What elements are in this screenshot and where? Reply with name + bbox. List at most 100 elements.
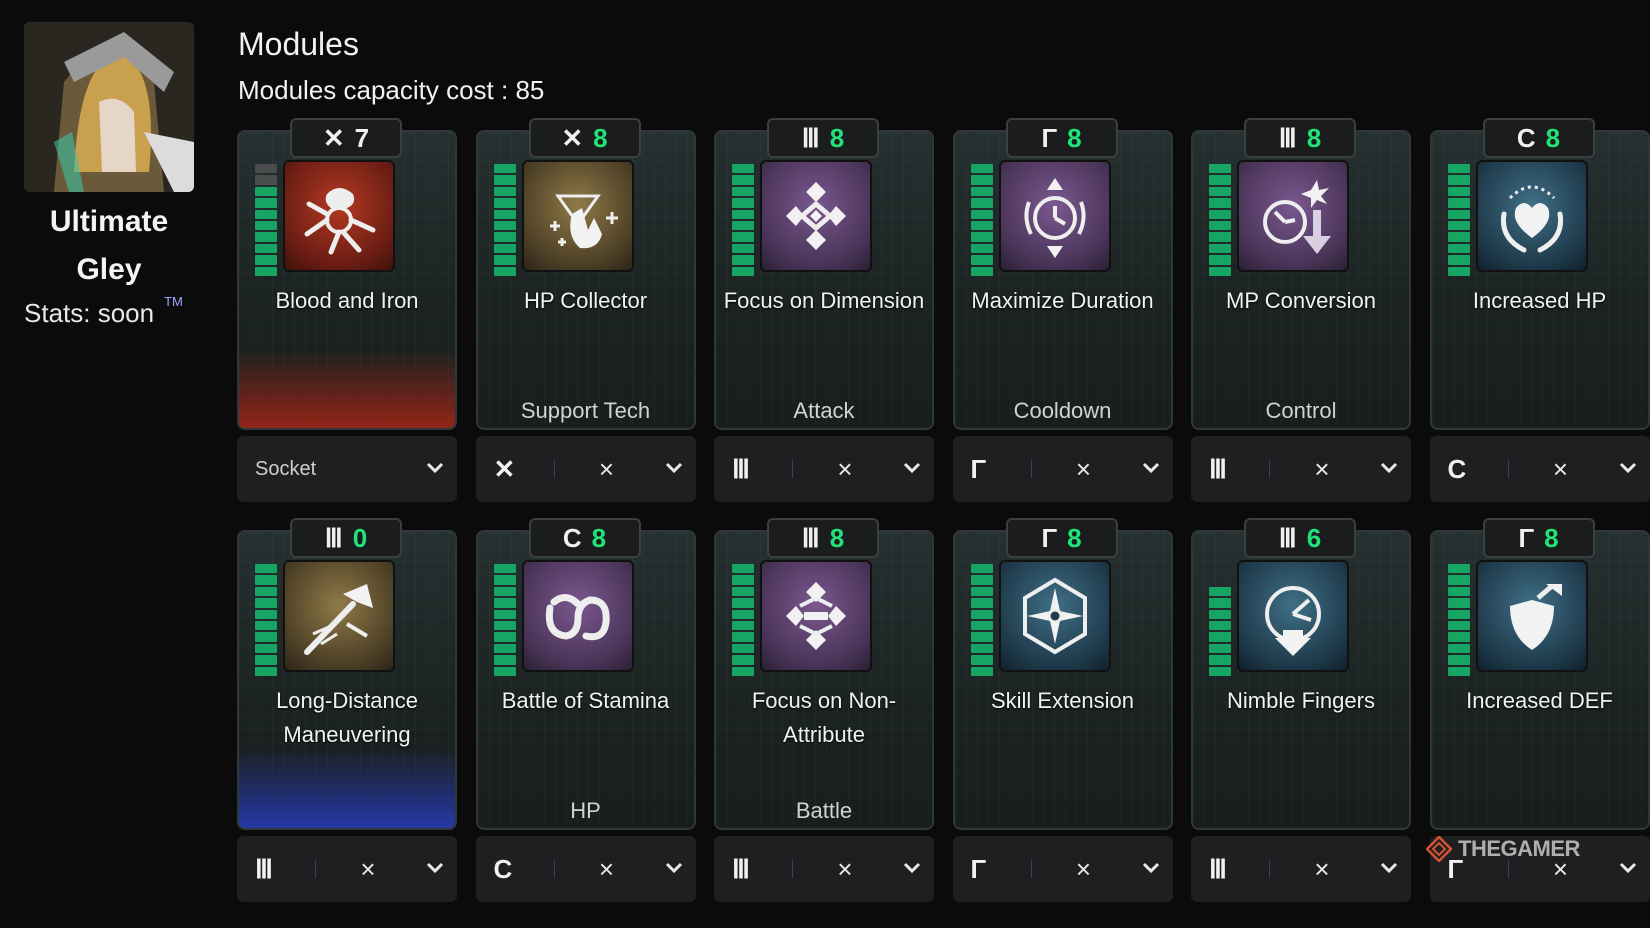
module-icon-frame <box>283 160 395 272</box>
level-segment <box>1209 609 1231 620</box>
socket-select[interactable]: Γ × <box>952 436 1173 502</box>
module-card[interactable]: C 8 Battle of Stamina HP C × <box>475 518 696 904</box>
module-card[interactable]: ✕ 8 HP Collector Support Tech ✕ × <box>475 118 696 504</box>
socket-malachite-icon: Ⅲ <box>732 853 750 884</box>
clear-icon[interactable]: × <box>815 854 875 885</box>
level-segment <box>255 621 277 631</box>
clear-icon[interactable]: × <box>1054 854 1114 885</box>
module-card[interactable]: Ⅲ 8 Focus on Non-Attribute Battle Ⅲ × <box>714 518 934 904</box>
divider <box>1507 860 1509 878</box>
socket-select[interactable]: C × <box>475 836 696 902</box>
socket-select[interactable]: Ⅲ × <box>714 836 934 902</box>
chevron-down-icon[interactable] <box>1379 459 1399 480</box>
capacity-badge: Γ8 <box>1482 518 1595 558</box>
module-card[interactable]: Ⅲ 0 Long-Distance Maneuvering Ⅲ × <box>237 518 457 904</box>
capacity-value: 0 <box>352 522 368 553</box>
level-segment <box>493 209 516 220</box>
module-card[interactable]: Γ 8 Skill Extension Γ × <box>952 518 1173 904</box>
level-segment <box>1209 175 1231 185</box>
socket-select[interactable]: Γ × <box>952 836 1173 902</box>
module-card[interactable]: ✕ 7 Blood and Iron Socket <box>237 118 457 504</box>
capacity-badge: C8 <box>528 518 641 558</box>
character-panel: Ultimate Gley Stats: soon TM <box>24 22 214 329</box>
level-segment <box>1447 266 1470 277</box>
level-segment <box>732 621 754 631</box>
module-name: HP Collector <box>523 288 648 313</box>
chevron-down-icon[interactable] <box>664 859 684 880</box>
socket-star-cross-icon: ✕ <box>493 453 516 484</box>
module-card[interactable]: Γ 8 Maximize Duration Cooldown Γ × <box>952 118 1173 504</box>
chevron-down-icon[interactable] <box>1379 859 1399 880</box>
capacity-value: 8 <box>1544 522 1559 553</box>
clear-icon[interactable]: × <box>1054 454 1114 485</box>
module-card[interactable]: Ⅲ 6 Nimble Fingers Ⅲ × <box>1191 518 1411 904</box>
level-segment <box>970 609 993 620</box>
module-card[interactable]: C 8 Increased HP C × <box>1429 118 1650 504</box>
chevron-down-icon[interactable] <box>1141 859 1161 880</box>
clear-icon[interactable]: × <box>1531 454 1591 485</box>
chevron-down-icon[interactable] <box>664 459 684 480</box>
socket-select[interactable]: Ⅲ × <box>1191 836 1411 902</box>
character-portrait-image <box>24 22 194 192</box>
enhancement-level-bar <box>970 164 993 277</box>
module-type: Battle <box>795 798 853 823</box>
clear-icon[interactable]: × <box>815 454 875 485</box>
level-segment <box>970 632 993 642</box>
level-segment <box>493 575 516 585</box>
socket-select[interactable]: ✕ × <box>475 436 696 502</box>
level-segment <box>1209 186 1231 197</box>
level-segment <box>1447 164 1470 174</box>
level-segment <box>732 175 754 185</box>
level-segment <box>1447 198 1470 208</box>
clear-icon[interactable]: × <box>338 854 398 885</box>
chevron-down-icon[interactable] <box>1141 459 1161 480</box>
level-segment <box>255 255 277 265</box>
level-segment <box>493 186 516 197</box>
module-icon-frame <box>998 160 1111 272</box>
level-segment <box>493 255 516 265</box>
socket-select[interactable]: Ⅲ × <box>714 436 934 502</box>
socket-malachite-icon: Ⅲ <box>732 453 750 484</box>
level-segment <box>1447 586 1470 597</box>
divider <box>1269 860 1270 878</box>
divider <box>1030 460 1032 478</box>
clear-icon[interactable]: × <box>577 854 637 885</box>
chevron-down-icon[interactable] <box>1618 459 1638 480</box>
socket-select[interactable]: Socket <box>237 436 457 502</box>
module-name: Maximize Duration <box>971 288 1154 313</box>
capacity-value: 8 <box>591 522 607 553</box>
level-segment <box>1447 243 1470 254</box>
socket-select[interactable]: Ⅲ × <box>237 836 457 902</box>
level-segment <box>1447 255 1470 265</box>
level-segment <box>255 209 277 220</box>
capacity-badge: Ⅲ8 <box>1244 118 1356 158</box>
watermark-text: THEGAMER <box>1458 836 1580 861</box>
chevron-down-icon[interactable] <box>425 859 445 880</box>
level-segment <box>1209 621 1231 631</box>
rutile-icon: Γ <box>1041 522 1057 553</box>
focus-dimension-icon <box>786 182 846 250</box>
enhancement-level-bar <box>1209 164 1231 277</box>
chevron-down-icon[interactable] <box>902 859 922 880</box>
socket-select[interactable]: C × <box>1429 436 1650 502</box>
level-segment <box>1447 621 1470 631</box>
level-segment <box>493 655 516 665</box>
clear-icon[interactable]: × <box>1292 854 1352 885</box>
chevron-down-glyph <box>1619 462 1636 473</box>
clear-icon[interactable]: × <box>577 454 637 485</box>
socket-select[interactable]: Ⅲ × <box>1191 436 1411 502</box>
chevron-down-glyph <box>665 462 682 473</box>
socket-label: Socket <box>255 457 317 480</box>
mp-conversion-icon <box>1263 180 1331 254</box>
level-segment <box>970 243 993 254</box>
module-card[interactable]: Ⅲ 8 MP Conversion Control Ⅲ × <box>1191 118 1411 504</box>
chevron-down-icon[interactable] <box>425 459 445 480</box>
level-segment <box>1209 586 1231 597</box>
clear-icon[interactable]: × <box>1292 454 1352 485</box>
chevron-down-icon[interactable] <box>902 459 922 480</box>
chevron-down-icon[interactable] <box>1618 859 1638 880</box>
enhancement-level-bar <box>732 564 754 677</box>
capacity-badge: Γ8 <box>1005 118 1118 158</box>
level-segment <box>1209 221 1231 231</box>
module-card[interactable]: Ⅲ 8 Focus on Dimension Attack Ⅲ × <box>714 118 934 504</box>
